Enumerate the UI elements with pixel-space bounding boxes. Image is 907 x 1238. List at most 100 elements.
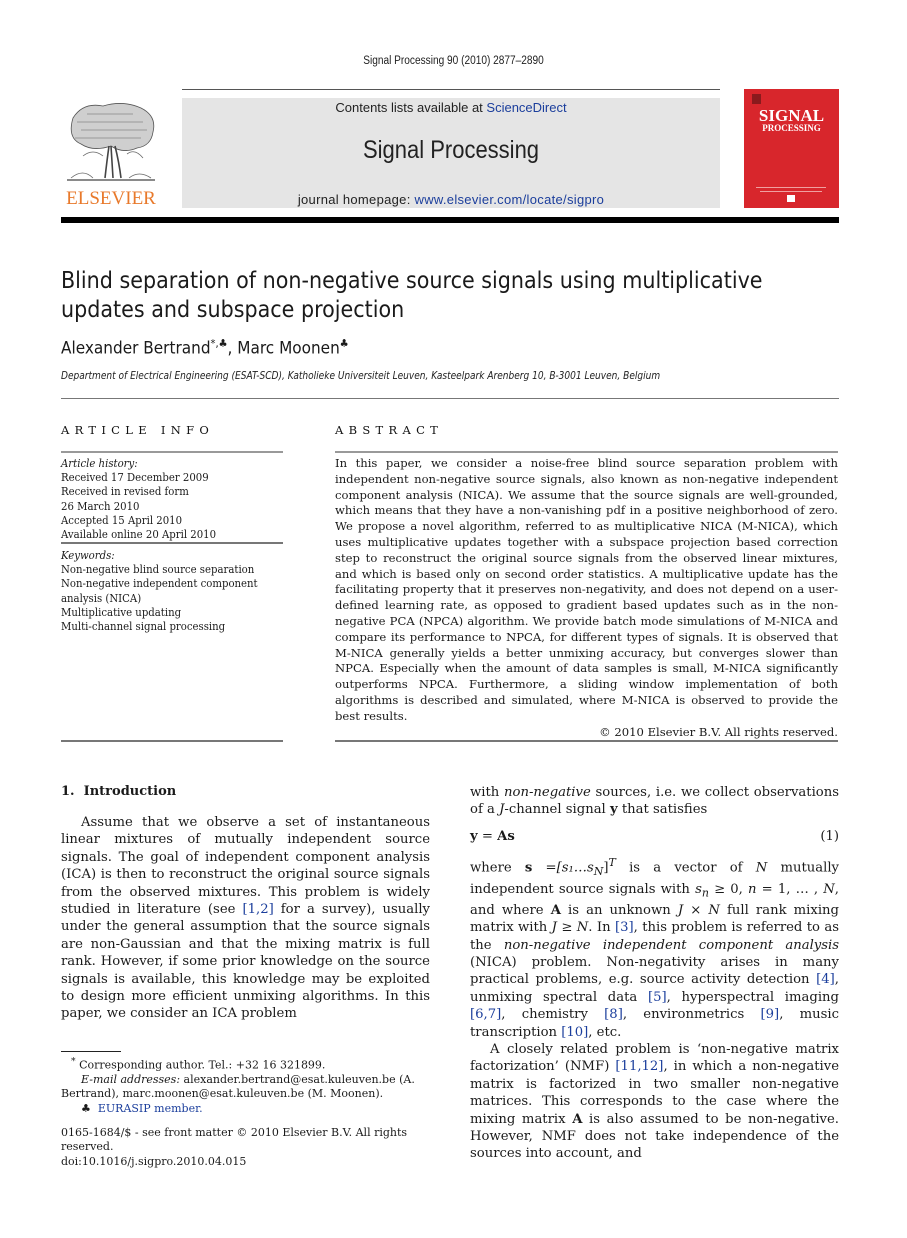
history-label: Article history: — [61, 457, 138, 470]
cover-band — [760, 191, 822, 192]
cover-title-processing: PROCESSING — [762, 123, 821, 133]
club-icon: ♣ — [81, 1101, 91, 1115]
math-symbol: A — [550, 902, 561, 918]
text-run: with — [470, 785, 505, 800]
journal-title: Signal Processing — [362, 136, 540, 164]
math-symbol: n — [748, 881, 757, 897]
keywords-label: Keywords: — [61, 549, 115, 562]
cover-emblem-icon — [787, 195, 795, 202]
math-symbol: s — [695, 881, 702, 897]
paragraph: Assume that we observe a set of instanta… — [61, 814, 430, 1023]
journal-cover[interactable]: SIGNAL PROCESSING — [744, 89, 839, 208]
homepage-line: journal homepage: www.elsevier.com/locat… — [182, 192, 720, 207]
math-symbol: N — [823, 881, 835, 897]
equation-number: (1) — [820, 828, 839, 844]
author-list: Alexander Bertrand*,♣, Marc Moonen♣ — [61, 337, 349, 359]
math-symbol: A — [572, 1111, 583, 1127]
math-symbol: N — [593, 865, 604, 879]
keywords: Keywords: Non-negative blind source sepa… — [61, 549, 283, 634]
history-rule — [61, 542, 283, 544]
article-title: Blind separation of non-negative source … — [61, 266, 763, 323]
history-item: Received in revised form — [61, 485, 189, 499]
citation-link[interactable]: [5] — [648, 990, 667, 1005]
history-item: 26 March 2010 — [61, 499, 140, 513]
footnote-emails: E-mail addresses: alexander.bertrand@esa… — [61, 1073, 433, 1102]
article-info-rule — [61, 451, 283, 453]
paragraph: A closely related problem is ‘non-negati… — [470, 1041, 839, 1163]
text-run: is an unknown — [560, 902, 678, 918]
keyword-item: Non-negative blind source separation — [61, 563, 255, 577]
keyword-item: Multiplicative updating — [61, 605, 182, 619]
doi[interactable]: doi:10.1016/j.sigpro.2010.04.015 — [61, 1155, 441, 1169]
citation-link[interactable]: [9] — [761, 1007, 780, 1022]
journal-banner: Contents lists available at ScienceDirec… — [182, 98, 720, 208]
elsevier-wordmark: ELSEVIER — [66, 188, 156, 209]
math-symbol: N — [755, 860, 768, 876]
math-symbol: T — [608, 856, 616, 870]
text-run: . In — [588, 920, 615, 936]
footnote-text: Corresponding author. Tel.: +32 16 32189… — [75, 1058, 326, 1072]
text-run: non-negative — [504, 785, 591, 800]
text-run: , environmetrics — [622, 1007, 761, 1023]
keyword-item: Non-negative independent component — [61, 577, 258, 591]
text-run: (NICA) problem. Non-negativity arises in… — [470, 954, 839, 988]
cover-band — [756, 187, 826, 188]
author-name[interactable]: Marc Moonen — [237, 339, 340, 359]
paragraph: where s =[s₁…sN]T is a vector of N mutua… — [470, 854, 839, 1041]
history-item: Accepted 15 April 2010 — [61, 513, 183, 527]
article-info-heading: ARTICLE INFO — [61, 423, 215, 437]
author-separator: , — [227, 338, 238, 359]
history-item: Available online 20 April 2010 — [61, 528, 217, 542]
text-run: that satisfies — [617, 802, 708, 818]
footnote-label: E-mail addresses: — [81, 1072, 181, 1086]
math-symbol: =[s₁…s — [532, 860, 594, 876]
citation-link[interactable]: [8] — [604, 1007, 623, 1022]
math-symbol: = — [477, 828, 498, 844]
affiliation: Department of Electrical Engineering (ES… — [61, 370, 661, 382]
abstract-rule — [335, 451, 838, 453]
text-run: non-negative independent component analy… — [503, 937, 839, 953]
text-run: for a survey), usually under the general… — [61, 902, 430, 1022]
text-run: , hyperspectral imaging — [666, 989, 839, 1005]
citation-link[interactable]: [3] — [615, 920, 634, 935]
citation-link[interactable]: [4] — [816, 972, 835, 987]
history-item: Received 17 December 2009 — [61, 471, 209, 485]
author-marks[interactable]: *,♣ — [211, 337, 228, 350]
text-run: where — [470, 860, 525, 876]
front-matter-line: 0165-1684/$ - see front matter © 2010 El… — [61, 1126, 408, 1154]
body-left-column: Assume that we observe a set of instanta… — [61, 814, 430, 1023]
footnote-corresponding: * Corresponding author. Tel.: +32 16 321… — [61, 1055, 433, 1073]
elsevier-logo[interactable]: ELSEVIER — [61, 98, 161, 210]
citation-link[interactable]: [10] — [561, 1025, 588, 1040]
math-symbol: y — [609, 802, 618, 818]
math-symbol: n — [701, 886, 709, 900]
citation-link[interactable]: [11,12] — [615, 1059, 663, 1074]
homepage-prefix: journal homepage: — [297, 192, 415, 207]
section-title: Introduction — [83, 784, 177, 799]
citation-link[interactable]: [1,2] — [242, 902, 273, 917]
keyword-item: analysis (NICA) — [61, 591, 142, 605]
running-head: Signal Processing 90 (2010) 2877–2890 — [363, 55, 544, 67]
citation-link[interactable]: [6,7] — [470, 1007, 501, 1022]
contents-prefix: Contents lists available at — [335, 100, 487, 115]
abstract-copyright: © 2010 Elsevier B.V. All rights reserved… — [599, 724, 838, 739]
equation-1: y = As (1) — [470, 828, 839, 845]
math-symbol: As — [497, 828, 515, 844]
math-symbol: y — [470, 828, 478, 844]
info-bottom-rule — [61, 740, 283, 742]
header-rule — [182, 89, 720, 90]
text-run: -channel signal — [504, 802, 610, 818]
text-run: = 1, … , — [756, 881, 824, 897]
contents-line: Contents lists available at ScienceDirec… — [182, 100, 720, 115]
sciencedirect-link[interactable]: ScienceDirect — [486, 100, 566, 115]
eurasip-link[interactable]: EURASIP member. — [98, 1102, 203, 1115]
abstract: In this paper, we consider a noise-free … — [335, 456, 838, 740]
tree-icon — [67, 103, 155, 181]
author-marks[interactable]: ♣ — [340, 337, 349, 350]
paragraph: with non-negative sources, i.e. we colle… — [470, 784, 839, 819]
author-name[interactable]: Alexander Bertrand — [61, 339, 211, 359]
abstract-bottom-rule — [335, 740, 838, 742]
homepage-link[interactable]: www.elsevier.com/locate/sigpro — [415, 192, 605, 207]
math-symbol: J ≥ N — [551, 920, 589, 936]
footnotes: * Corresponding author. Tel.: +32 16 321… — [61, 1055, 433, 1116]
